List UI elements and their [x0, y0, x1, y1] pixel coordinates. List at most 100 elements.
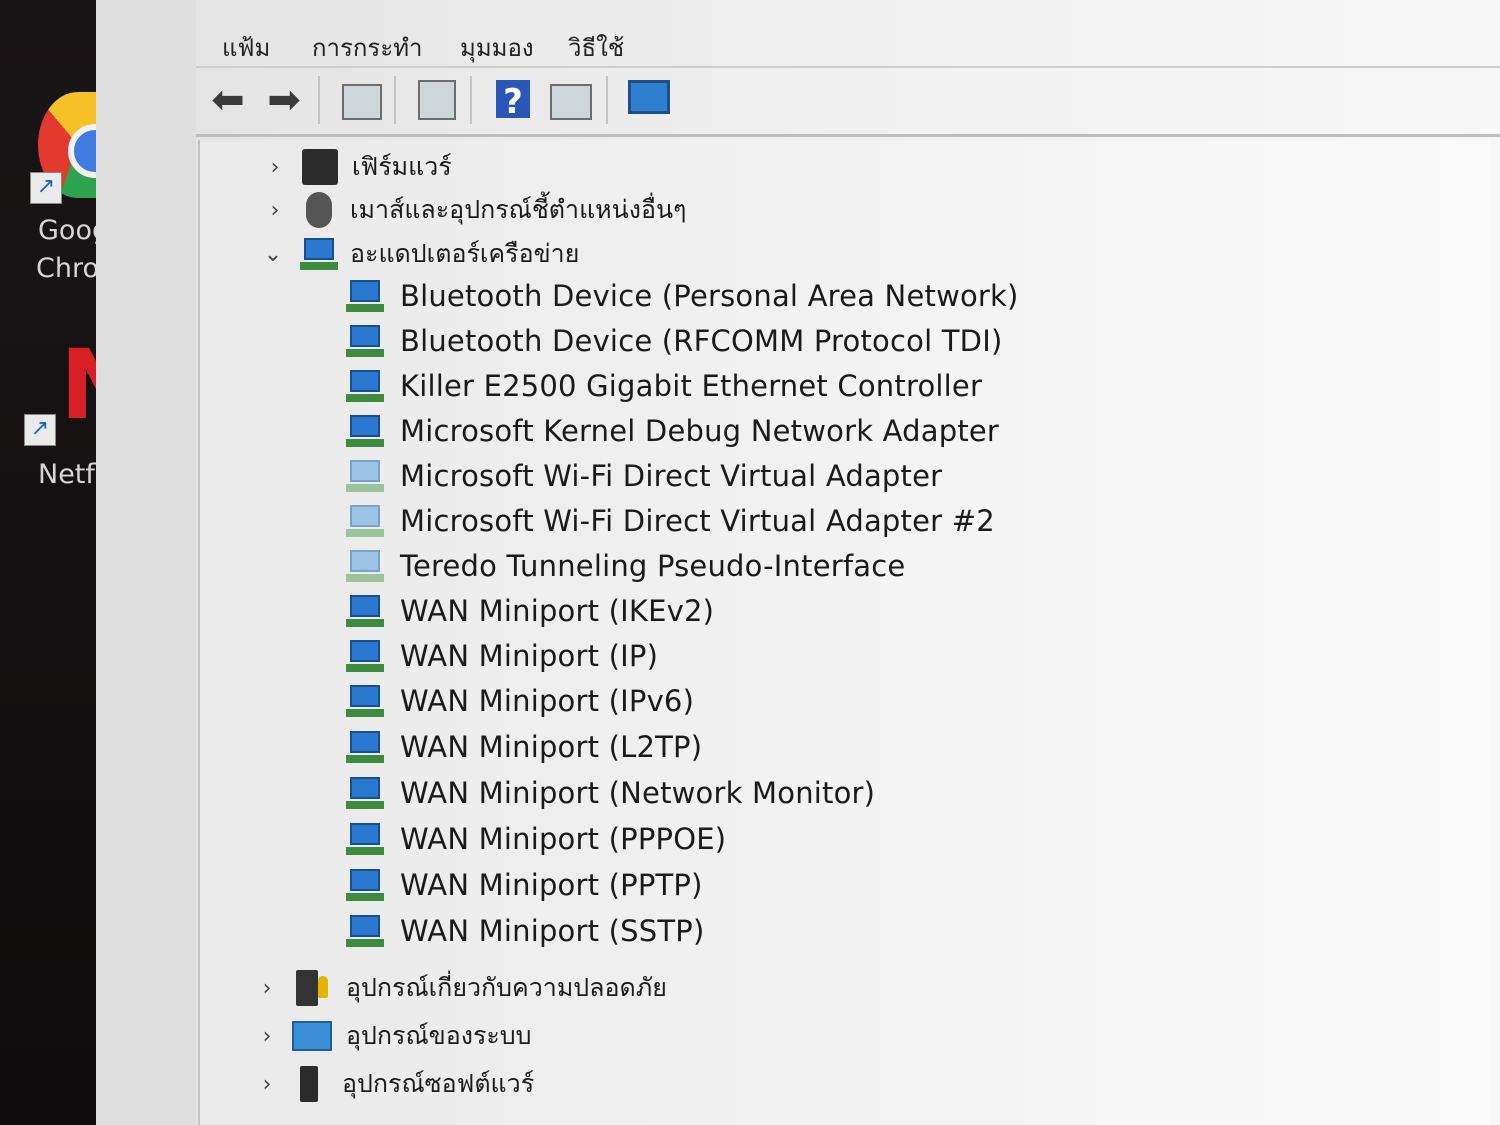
device-label: Killer E2500 Gigabit Ethernet Controller — [400, 369, 983, 403]
network-base-icon — [346, 529, 384, 537]
network-adapter-icon — [346, 458, 384, 494]
tree-device-item[interactable]: Killer E2500 Gigabit Ethernet Controller — [346, 364, 982, 408]
expand-chevron-icon[interactable]: › — [252, 1072, 282, 1097]
back-arrow-icon[interactable]: ⬅ — [206, 78, 250, 122]
network-adapter-icon — [346, 683, 384, 719]
menu-view[interactable]: มุมมอง — [460, 28, 534, 67]
tree-category-system-devices[interactable]: › อุปกรณ์ของระบบ — [252, 1014, 532, 1058]
network-base-icon — [346, 801, 384, 809]
expand-chevron-icon[interactable]: › — [260, 198, 290, 223]
tree-category-label: อุปกรณ์เกี่ยวกับความปลอดภัย — [346, 973, 667, 1002]
software-device-icon — [300, 1066, 318, 1102]
properties-icon[interactable] — [418, 80, 456, 120]
toolbar: ⬅ ➡ ? — [196, 66, 1500, 137]
tree-device-item[interactable]: Bluetooth Device (Personal Area Network) — [346, 274, 1019, 318]
network-adapter-icon — [346, 413, 384, 449]
device-label: WAN Miniport (IP) — [400, 639, 659, 673]
toolbar-separator — [394, 76, 396, 124]
network-adapter-icon — [346, 323, 384, 359]
monitor-screen-icon — [350, 823, 380, 845]
shortcut-arrow-icon: ↗ — [24, 414, 56, 446]
device-label: WAN Miniport (Network Monitor) — [400, 776, 876, 810]
action-pane-icon[interactable] — [550, 84, 592, 120]
network-base-icon — [346, 939, 384, 947]
network-base-icon — [346, 847, 384, 855]
network-adapter-icon — [300, 236, 338, 272]
device-label: WAN Miniport (PPTP) — [400, 868, 703, 902]
expand-chevron-icon[interactable]: › — [252, 1024, 282, 1049]
tree-device-item[interactable]: Microsoft Kernel Debug Network Adapter — [346, 409, 999, 453]
tree-device-item[interactable]: WAN Miniport (PPPOE) — [346, 817, 726, 861]
expand-chevron-icon[interactable]: › — [252, 976, 282, 1001]
forward-arrow-icon[interactable]: ➡ — [262, 78, 306, 122]
tree-category-software-devices[interactable]: › อุปกรณ์ซอฟต์แวร์ — [252, 1062, 534, 1106]
monitor-screen-icon — [350, 280, 380, 302]
network-adapter-icon — [346, 821, 384, 857]
network-base-icon — [346, 484, 384, 492]
security-device-icon — [296, 970, 328, 1006]
device-tree[interactable]: › เฟิร์มแวร์ › เมาส์และอุปกรณ์ชี้ตำแหน่ง… — [198, 140, 1490, 1125]
toolbar-separator — [318, 76, 320, 124]
tree-category-label: เมาส์และอุปกรณ์ชี้ตำแหน่งอื่นๆ — [350, 195, 687, 224]
monitor-screen-icon — [350, 460, 380, 482]
monitor-screen-icon — [350, 325, 380, 347]
monitor-screen-icon — [350, 869, 380, 891]
tree-category-network-adapters[interactable]: ⌄ อะแดปเตอร์เครือข่าย — [258, 232, 579, 276]
collapse-chevron-icon[interactable]: ⌄ — [258, 242, 288, 267]
tree-device-item-hidden[interactable]: Microsoft Wi-Fi Direct Virtual Adapter — [346, 454, 942, 498]
network-adapter-icon — [346, 548, 384, 584]
toolbar-separator — [470, 76, 472, 124]
tree-device-item[interactable]: WAN Miniport (IPv6) — [346, 679, 694, 723]
network-base-icon — [346, 893, 384, 901]
tree-device-item[interactable]: WAN Miniport (PPTP) — [346, 863, 703, 907]
network-base-icon — [346, 664, 384, 672]
menu-help[interactable]: วิธีใช้ — [568, 28, 624, 67]
show-hide-console-tree-icon[interactable] — [342, 84, 382, 120]
menu-file[interactable]: แฟ้ม — [222, 28, 270, 67]
tree-category-mice[interactable]: › เมาส์และอุปกรณ์ชี้ตำแหน่งอื่นๆ — [260, 188, 687, 232]
scan-hardware-monitor-icon[interactable] — [628, 80, 670, 114]
network-base-icon — [346, 709, 384, 717]
shortcut-arrow-icon: ↗ — [30, 172, 62, 204]
network-adapter-icon — [346, 503, 384, 539]
help-icon[interactable]: ? — [496, 80, 530, 122]
system-device-icon — [292, 1021, 332, 1051]
menu-bar: แฟ้ม การกระทำ มุมมอง วิธีใช้ — [196, 20, 1500, 64]
mouse-icon — [306, 192, 332, 228]
window-border — [96, 0, 198, 1125]
network-adapter-icon — [346, 729, 384, 765]
network-adapter-icon — [346, 368, 384, 404]
device-label: WAN Miniport (PPPOE) — [400, 822, 727, 856]
monitor-screen-icon — [304, 238, 334, 260]
device-label: Microsoft Wi-Fi Direct Virtual Adapter #… — [400, 504, 995, 538]
device-label: WAN Miniport (IKEv2) — [400, 594, 715, 628]
monitor-screen-icon — [350, 550, 380, 572]
tree-device-item-hidden[interactable]: Teredo Tunneling Pseudo-Interface — [346, 544, 905, 588]
tree-category-label: เฟิร์มแวร์ — [352, 152, 452, 181]
network-base-icon — [300, 262, 338, 270]
tree-device-item[interactable]: Bluetooth Device (RFCOMM Protocol TDI) — [346, 319, 1002, 363]
tree-category-firmware[interactable]: › เฟิร์มแวร์ — [260, 145, 452, 189]
network-base-icon — [346, 619, 384, 627]
expand-chevron-icon[interactable]: › — [260, 155, 290, 180]
network-base-icon — [346, 304, 384, 312]
device-label: WAN Miniport (SSTP) — [400, 914, 705, 948]
tree-category-security-devices[interactable]: › อุปกรณ์เกี่ยวกับความปลอดภัย — [252, 966, 667, 1010]
tree-device-item[interactable]: WAN Miniport (SSTP) — [346, 909, 704, 953]
network-adapter-icon — [346, 278, 384, 314]
tree-device-item[interactable]: WAN Miniport (IP) — [346, 634, 658, 678]
tree-device-item-hidden[interactable]: Microsoft Wi-Fi Direct Virtual Adapter #… — [346, 499, 995, 543]
network-adapter-icon — [346, 593, 384, 629]
tree-category-label: อะแดปเตอร์เครือข่าย — [350, 239, 580, 268]
tree-category-label: อุปกรณ์ของระบบ — [346, 1021, 532, 1050]
tree-device-item[interactable]: WAN Miniport (L2TP) — [346, 725, 702, 769]
monitor-screen-icon — [350, 915, 380, 937]
monitor-screen-icon — [350, 777, 380, 799]
monitor-screen-icon — [350, 685, 380, 707]
tree-device-item[interactable]: WAN Miniport (IKEv2) — [346, 589, 714, 633]
menu-action[interactable]: การกระทำ — [312, 28, 423, 67]
monitor-screen-icon — [350, 595, 380, 617]
tree-device-item[interactable]: WAN Miniport (Network Monitor) — [346, 771, 875, 815]
network-base-icon — [346, 349, 384, 357]
device-manager-window: แฟ้ม การกระทำ มุมมอง วิธีใช้ ⬅ ➡ ? › เฟิ… — [196, 0, 1500, 1125]
